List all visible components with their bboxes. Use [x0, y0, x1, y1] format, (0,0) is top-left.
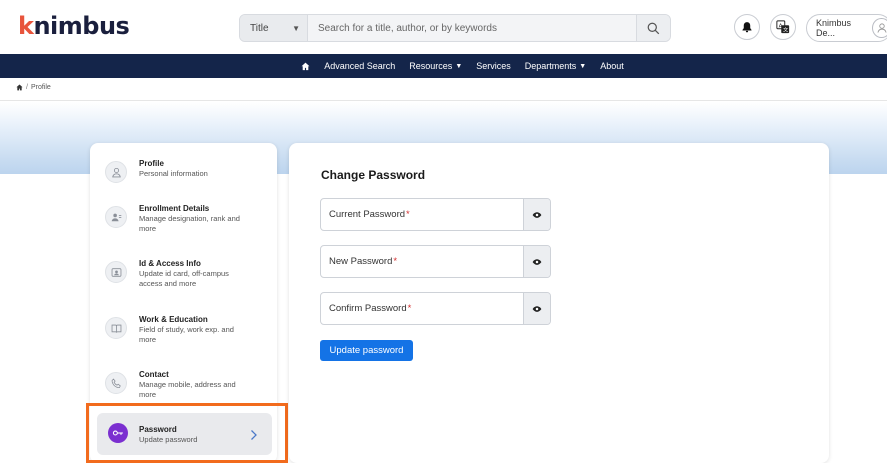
- sidebar-item-id-access[interactable]: Id & Access Info Update id card, off-cam…: [90, 259, 277, 289]
- search-icon: [647, 22, 660, 34]
- sidebar-item-desc: Manage mobile, address and: [139, 380, 236, 389]
- nav-label: Services: [476, 61, 511, 71]
- caret-down-icon: ▼: [455, 62, 463, 70]
- user-menu-button[interactable]: Knimbus De...: [806, 14, 887, 42]
- field-label: New Password *: [321, 246, 523, 277]
- breadcrumb-separator: /: [26, 84, 28, 91]
- translate-icon: A 文: [776, 20, 790, 34]
- caret-down-icon: ▼: [579, 62, 587, 70]
- field-label-text: New Password: [329, 256, 393, 267]
- nav-departments[interactable]: Departments ▼: [525, 61, 586, 71]
- sidebar-item-title: Enrollment Details: [139, 204, 210, 213]
- toggle-visibility-button[interactable]: [523, 293, 550, 324]
- confirm-password-field[interactable]: Confirm Password *: [320, 292, 551, 325]
- toggle-visibility-button[interactable]: [523, 199, 550, 230]
- nav-advanced-search[interactable]: Advanced Search: [324, 61, 395, 71]
- home-icon: [301, 62, 310, 70]
- main-navbar: Advanced Search Resources ▼ Services Depa…: [0, 54, 887, 78]
- id-card-icon: [105, 261, 127, 283]
- current-password-field[interactable]: Current Password *: [320, 198, 551, 231]
- search-type-value: Title: [250, 22, 269, 34]
- users-icon: [105, 206, 127, 228]
- sidebar-item-desc: more: [139, 335, 157, 344]
- search-type-select[interactable]: Title ▼: [240, 15, 308, 41]
- sidebar-item-work-education[interactable]: Work & Education Field of study, work ex…: [90, 315, 277, 345]
- selection-highlight: [86, 403, 288, 463]
- sidebar-item-desc: Manage designation, rank and: [139, 214, 240, 223]
- eye-icon: [532, 258, 542, 265]
- toggle-visibility-button[interactable]: [523, 246, 550, 277]
- field-label: Confirm Password *: [321, 293, 523, 324]
- search-bar: Title ▼: [239, 14, 671, 42]
- sidebar-item-desc: access and more: [139, 279, 197, 288]
- field-label-text: Current Password: [329, 209, 406, 220]
- search-button[interactable]: [636, 15, 670, 41]
- user-icon: [105, 161, 127, 183]
- svg-text:文: 文: [783, 26, 789, 34]
- sidebar-item-title: Contact: [139, 370, 169, 379]
- sidebar-item-title: Profile: [139, 159, 164, 168]
- translate-button[interactable]: A 文: [770, 14, 796, 40]
- header: knimbus Title ▼ A 文 Knimbus De...: [0, 0, 887, 54]
- avatar: [872, 18, 887, 38]
- nav-label: About: [600, 61, 624, 71]
- eye-icon: [532, 211, 542, 218]
- sidebar-item-contact[interactable]: Contact Manage mobile, address and more: [90, 370, 277, 400]
- nav-label: Departments: [524, 61, 577, 71]
- nav-resources[interactable]: Resources ▼: [409, 61, 462, 71]
- breadcrumb-current: Profile: [30, 84, 51, 91]
- user-avatar-icon: [877, 23, 887, 33]
- nav-about[interactable]: About: [600, 61, 624, 71]
- chevron-down-icon: ▼: [292, 23, 300, 33]
- sidebar-item-desc: Update id card, off-campus: [139, 269, 229, 278]
- nav-label: Resources: [409, 61, 453, 71]
- divider: [0, 100, 887, 101]
- eye-icon: [532, 305, 542, 312]
- required-marker: *: [407, 303, 412, 314]
- sidebar-item-title: Work & Education: [139, 315, 208, 324]
- page-title: Change Password: [321, 168, 426, 182]
- required-marker: *: [393, 256, 398, 267]
- logo-text: nimbus: [33, 12, 130, 40]
- user-name: Knimbus De...: [816, 18, 852, 38]
- field-label-text: Confirm Password: [329, 303, 407, 314]
- sidebar-item-enrollment[interactable]: Enrollment Details Manage designation, r…: [90, 204, 277, 234]
- knimbus-logo[interactable]: knimbus: [18, 12, 130, 40]
- bell-icon: [742, 22, 752, 33]
- book-icon: [105, 317, 127, 339]
- logo-accent-letter: k: [18, 12, 34, 40]
- notifications-button[interactable]: [734, 14, 760, 40]
- field-label: Current Password *: [321, 199, 523, 230]
- search-input[interactable]: [308, 15, 636, 41]
- nav-home[interactable]: [301, 62, 310, 71]
- sidebar-item-desc: more: [139, 224, 157, 233]
- home-icon[interactable]: [16, 84, 23, 91]
- sidebar-item-desc: more: [139, 390, 157, 399]
- breadcrumb: / Profile: [16, 84, 51, 91]
- new-password-field[interactable]: New Password *: [320, 245, 551, 278]
- sidebar-item-desc: Personal information: [139, 169, 208, 178]
- nav-label: Advanced Search: [324, 61, 396, 71]
- sidebar-item-profile[interactable]: Profile Personal information: [90, 159, 277, 183]
- nav-services[interactable]: Services: [476, 61, 511, 71]
- sidebar-item-title: Id & Access Info: [139, 259, 201, 268]
- required-marker: *: [406, 209, 410, 220]
- phone-icon: [105, 372, 127, 394]
- update-password-button[interactable]: Update password: [320, 340, 413, 361]
- sidebar-item-desc: Field of study, work exp. and: [139, 325, 234, 334]
